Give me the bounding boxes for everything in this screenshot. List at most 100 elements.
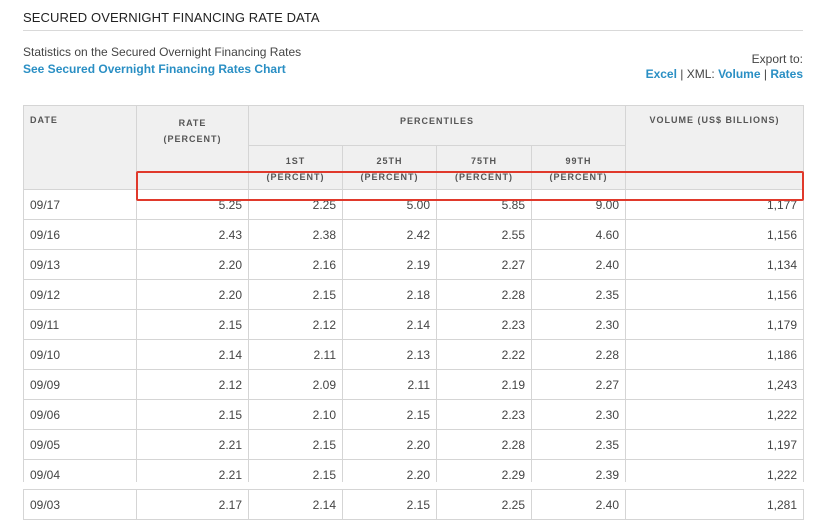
header-p1-unit: (PERCENT) <box>266 172 325 182</box>
cell-p99: 2.40 <box>530 489 627 520</box>
cell-p1: 2.09 <box>248 369 343 400</box>
cell-p75: 2.25 <box>436 489 532 520</box>
table-row: 09/09 2.12 2.09 2.11 2.19 2.27 1,243 <box>23 369 805 400</box>
cell-date: 09/12 <box>23 279 137 310</box>
cell-volume: 1,134 <box>625 249 805 280</box>
cell-p99: 9.00 <box>530 189 627 220</box>
cell-p75: 2.19 <box>436 369 532 400</box>
cell-volume: 1,156 <box>625 279 805 310</box>
cell-p1: 2.38 <box>248 219 343 250</box>
cell-date: 09/05 <box>23 429 137 460</box>
header-p1-label: 1ST <box>285 156 306 166</box>
chart-link[interactable]: See Secured Overnight Financing Rates Ch… <box>23 62 286 76</box>
cell-p25: 2.42 <box>342 219 437 250</box>
cell-p1: 2.10 <box>248 399 343 430</box>
cell-p75: 2.28 <box>436 429 532 460</box>
cell-rate: 2.20 <box>136 249 249 280</box>
header-rate-unit: (PERCENT) <box>163 134 222 144</box>
header-p99: 99TH (PERCENT) <box>530 145 627 190</box>
cell-p75: 2.27 <box>436 249 532 280</box>
cell-p99: 2.40 <box>530 249 627 280</box>
cell-p25: 2.11 <box>342 369 437 400</box>
export-separator: | <box>760 67 771 81</box>
cell-p75: 2.28 <box>436 279 532 310</box>
cell-rate: 2.12 <box>136 369 249 400</box>
header-p75-unit: (PERCENT) <box>455 172 513 182</box>
header-p1: 1ST (PERCENT) <box>248 145 343 190</box>
cell-p75: 5.85 <box>436 189 532 220</box>
cell-p25: 2.20 <box>342 429 437 460</box>
page-title: SECURED OVERNIGHT FINANCING RATE DATA <box>23 10 320 25</box>
cell-p1: 2.11 <box>248 339 343 370</box>
header-rate: RATE (PERCENT) <box>136 105 249 190</box>
cell-p99: 2.28 <box>530 339 627 370</box>
cell-p99: 2.27 <box>530 369 627 400</box>
cell-rate: 2.21 <box>136 429 249 460</box>
header-percentiles: PERCENTILES <box>247 105 627 146</box>
cell-volume: 1,222 <box>625 399 805 430</box>
cell-p25: 2.18 <box>342 279 437 310</box>
cell-p25: 2.19 <box>342 249 437 280</box>
cell-p99: 4.60 <box>530 219 627 250</box>
table-row: 09/16 2.43 2.38 2.42 2.55 4.60 1,156 <box>23 219 805 250</box>
cell-rate: 2.17 <box>136 489 249 520</box>
table-row: 09/11 2.15 2.12 2.14 2.23 2.30 1,179 <box>23 309 805 340</box>
cell-volume: 1,197 <box>625 429 805 460</box>
export-label: Export to: <box>751 52 803 66</box>
header-p99-label: 99TH <box>565 156 592 166</box>
cell-volume: 1,179 <box>625 309 805 340</box>
cell-p75: 2.23 <box>436 309 532 340</box>
header-p25: 25TH (PERCENT) <box>342 145 437 190</box>
cell-rate: 2.15 <box>136 399 249 430</box>
export-separator-xml: | XML: <box>676 67 719 81</box>
cell-p25: 5.00 <box>342 189 437 220</box>
cell-rate: 2.43 <box>136 219 249 250</box>
cell-p99: 2.30 <box>530 309 627 340</box>
table-row: 09/17 5.25 2.25 5.00 5.85 9.00 1,177 <box>23 189 805 220</box>
cell-p99: 2.35 <box>530 279 627 310</box>
cell-p1: 2.16 <box>248 249 343 280</box>
cell-rate: 5.25 <box>136 189 249 220</box>
export-excel-link[interactable]: Excel <box>646 67 677 81</box>
cell-date: 09/03 <box>23 489 137 520</box>
cell-date: 09/09 <box>23 369 137 400</box>
cell-p75: 2.55 <box>436 219 532 250</box>
cell-p25: 2.15 <box>342 399 437 430</box>
cell-volume: 1,177 <box>625 189 805 220</box>
cell-p99: 2.30 <box>530 399 627 430</box>
cell-p1: 2.15 <box>248 429 343 460</box>
table-row: 09/03 2.17 2.14 2.15 2.25 2.40 1,281 <box>23 489 805 520</box>
cell-date: 09/16 <box>23 219 137 250</box>
header-p75-label: 75TH <box>470 156 497 166</box>
table-row: 09/13 2.20 2.16 2.19 2.27 2.40 1,134 <box>23 249 805 280</box>
cell-p75: 2.22 <box>436 339 532 370</box>
header-p25-label: 25TH <box>376 156 403 166</box>
viewport-edge <box>0 482 836 489</box>
cell-p99: 2.35 <box>530 429 627 460</box>
cell-date: 09/17 <box>23 189 137 220</box>
table-row: 09/12 2.20 2.15 2.18 2.28 2.35 1,156 <box>23 279 805 310</box>
header-date: DATE <box>23 105 137 190</box>
intro-text: Statistics on the Secured Overnight Fina… <box>23 45 302 59</box>
table-row: 09/06 2.15 2.10 2.15 2.23 2.30 1,222 <box>23 399 805 430</box>
cell-volume: 1,243 <box>625 369 805 400</box>
cell-date: 09/06 <box>23 399 137 430</box>
cell-volume: 1,186 <box>625 339 805 370</box>
export-panel: Export to: Excel | XML: Volume | Rates <box>646 52 803 81</box>
sofr-table: DATE RATE (PERCENT) PERCENTILES VOLUME (… <box>23 105 805 520</box>
cell-rate: 2.15 <box>136 309 249 340</box>
cell-date: 09/13 <box>23 249 137 280</box>
cell-volume: 1,281 <box>625 489 805 520</box>
header-p99-unit: (PERCENT) <box>549 172 608 182</box>
cell-p25: 2.15 <box>342 489 437 520</box>
cell-p1: 2.15 <box>248 279 343 310</box>
cell-p25: 2.13 <box>342 339 437 370</box>
header-p75: 75TH (PERCENT) <box>436 145 532 190</box>
export-volume-link[interactable]: Volume <box>718 67 760 81</box>
cell-rate: 2.14 <box>136 339 249 370</box>
header-rate-label: RATE <box>178 118 207 128</box>
cell-p1: 2.25 <box>248 189 343 220</box>
cell-volume: 1,156 <box>625 219 805 250</box>
table-row: 09/10 2.14 2.11 2.13 2.22 2.28 1,186 <box>23 339 805 370</box>
export-rates-link[interactable]: Rates <box>770 67 803 81</box>
